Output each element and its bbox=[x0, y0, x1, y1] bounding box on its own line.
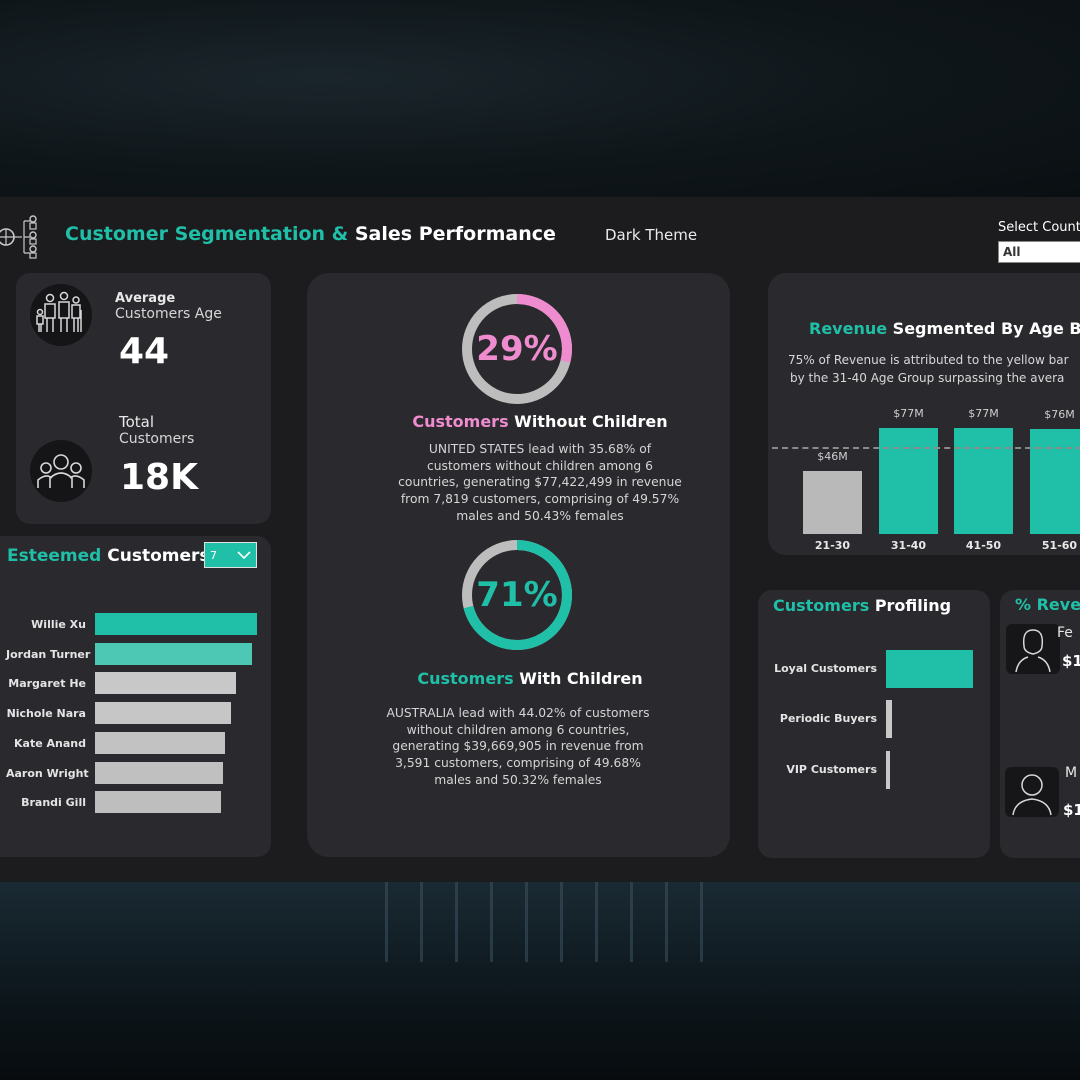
esteemed-customer-bar[interactable] bbox=[95, 672, 236, 695]
profiling-bar[interactable] bbox=[886, 751, 891, 789]
revenue-value-label: $76M bbox=[1044, 408, 1075, 422]
without-children-title: Customers Without Children bbox=[412, 412, 668, 431]
esteemed-customer-name: Nichole Nara bbox=[6, 707, 86, 721]
family-age-icon bbox=[30, 284, 92, 346]
avg-age-value: 44 bbox=[119, 331, 170, 372]
revenue-axis-label: 51-60 bbox=[1041, 539, 1078, 552]
profiling-bar[interactable] bbox=[886, 700, 893, 738]
profiling-label: Periodic Buyers bbox=[779, 712, 877, 725]
revenue-value-label: $77M bbox=[893, 407, 924, 420]
esteemed-customer-name: Jordan Turner bbox=[6, 647, 91, 661]
revenue-gender-title: % Reve bbox=[1015, 595, 1080, 614]
esteemed-customer-name: Brandi Gill bbox=[21, 796, 86, 810]
country-filter-value: All bbox=[1003, 245, 1021, 259]
revenue-bar[interactable] bbox=[879, 428, 938, 534]
avg-age-label: Average Customers Age bbox=[115, 291, 222, 322]
female-value: $1 bbox=[1062, 652, 1080, 670]
revenue-axis-label: 31-40 bbox=[890, 539, 927, 552]
with-children-pct: 71% bbox=[476, 575, 558, 615]
male-avatar-icon bbox=[1005, 767, 1059, 817]
revenue-value-label: $77M bbox=[968, 407, 999, 420]
revenue-subtitle-1: 75% of Revenue is attributed to the yell… bbox=[788, 353, 1069, 367]
esteemed-customer-bar[interactable] bbox=[95, 731, 225, 754]
top-n-value: 7 bbox=[210, 549, 217, 562]
page-title: Customer Segmentation & Sales Performanc… bbox=[65, 223, 556, 245]
profiling-label: VIP Customers bbox=[786, 763, 877, 776]
country-filter-dropdown[interactable]: All bbox=[998, 241, 1080, 263]
esteemed-customer-bar[interactable] bbox=[95, 761, 223, 784]
female-label: Fe bbox=[1057, 625, 1073, 641]
without-children-pct: 29% bbox=[476, 329, 558, 369]
page-title-part2: Sales Performance bbox=[354, 223, 556, 245]
revenue-average-line bbox=[772, 447, 1080, 450]
country-filter-label: Select Count bbox=[998, 220, 1080, 235]
revenue-bar[interactable] bbox=[803, 470, 862, 534]
dashboard: Customer Segmentation & Sales Performanc… bbox=[0, 197, 1080, 882]
esteemed-customer-bar[interactable] bbox=[95, 702, 232, 725]
esteemed-customer-name: Kate Anand bbox=[14, 736, 86, 750]
background-bottom bbox=[0, 882, 1080, 1080]
male-value: $1 bbox=[1063, 801, 1080, 819]
top-n-dropdown[interactable]: 7 bbox=[204, 542, 257, 568]
group-people-icon bbox=[30, 440, 92, 502]
esteemed-customer-name: Willie Xu bbox=[31, 618, 86, 631]
revenue-value-label: $46M bbox=[817, 449, 848, 463]
female-avatar-icon bbox=[1006, 624, 1060, 674]
profiling-label: Loyal Customers bbox=[774, 662, 877, 675]
theme-toggle[interactable]: Dark Theme bbox=[578, 215, 708, 261]
esteemed-customer-name: Margaret He bbox=[8, 677, 86, 691]
revenue-bar[interactable] bbox=[954, 428, 1013, 534]
revenue-subtitle-2: by the 31-40 Age Group surpassing the av… bbox=[790, 371, 1065, 385]
esteemed-customer-bar[interactable] bbox=[95, 642, 253, 665]
profiling-bar[interactable] bbox=[886, 650, 973, 688]
total-customers-value: 18K bbox=[120, 457, 198, 498]
revenue-axis-label: 41-50 bbox=[965, 539, 1002, 552]
esteemed-customer-bar[interactable] bbox=[95, 791, 222, 814]
segmentation-logo-icon bbox=[0, 215, 37, 259]
with-children-desc: AUSTRALIA lead with 44.02% of customers … bbox=[386, 706, 650, 787]
with-children-title: Customers With Children bbox=[417, 669, 643, 688]
page-title-amp: & bbox=[331, 223, 349, 245]
profiling-title: Customers Profiling bbox=[773, 596, 952, 615]
theme-label: Dark Theme bbox=[605, 226, 698, 244]
esteemed-title: Esteemed Customers bbox=[7, 546, 210, 566]
revenue-axis-label: 21-30 bbox=[814, 539, 851, 552]
revenue-title: Revenue Segmented By Age Bra bbox=[809, 319, 1080, 338]
without-children-desc: UNITED STATES lead with 35.68% of custom… bbox=[398, 442, 682, 523]
background-top bbox=[0, 0, 1080, 197]
esteemed-customer-name: Aaron Wright bbox=[6, 766, 89, 780]
chevron-down-icon bbox=[237, 551, 251, 560]
page-title-part1: Customer Segmentation bbox=[65, 223, 326, 245]
esteemed-customer-bar[interactable] bbox=[95, 613, 257, 635]
male-label: M bbox=[1065, 765, 1078, 781]
revenue-bar[interactable] bbox=[1030, 429, 1080, 534]
total-customers-label: Total Customers bbox=[119, 413, 195, 447]
